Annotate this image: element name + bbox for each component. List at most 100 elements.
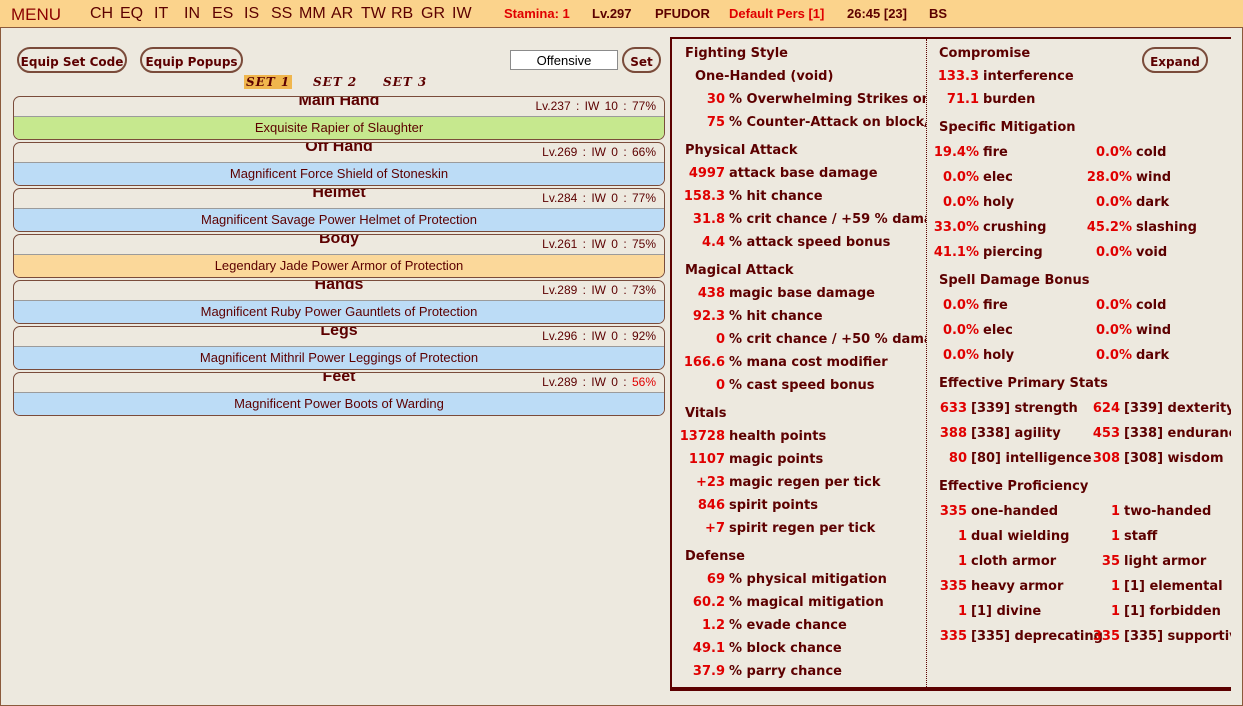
- stat-row: 1 [1] elemental: [1080, 579, 1223, 594]
- equipment-slot[interactable]: Legs Lv.296 : IW 0 : 92% Magnificent Mithr…: [13, 326, 665, 370]
- nav-ch[interactable]: CH: [90, 5, 113, 23]
- nav-tw[interactable]: TW: [361, 5, 386, 23]
- stat-value: 1.2: [701, 618, 725, 633]
- stat-row: 1 two-handed: [1080, 504, 1211, 519]
- tab-set-1[interactable]: SET 1: [244, 75, 293, 89]
- nav-ss[interactable]: SS: [271, 5, 292, 23]
- section-header: Specific Mitigation: [939, 120, 1076, 135]
- stat-value: 0: [715, 332, 725, 347]
- section-header: Spell Damage Bonus: [939, 273, 1090, 288]
- stat-row: 4.4 % attack speed bonus: [677, 235, 890, 250]
- item-name[interactable]: Magnificent Mithril Power Leggings of Pr…: [14, 346, 664, 369]
- stat-value: 60.2: [692, 595, 725, 610]
- equip-set-code-button[interactable]: Equip Set Code: [17, 47, 127, 73]
- stat-row: 846 spirit points: [677, 498, 818, 513]
- equipment-slot[interactable]: Hands Lv.289 : IW 0 : 73% Magnificent Ruby…: [13, 280, 665, 324]
- stat-row: 37.9 % parry chance: [677, 664, 842, 679]
- stat-label: fire: [983, 298, 1008, 313]
- expand-button[interactable]: Expand: [1142, 47, 1208, 73]
- stat-value: 335: [939, 504, 967, 519]
- slot-level-iw-durability: Lv.269 : IW 0 : 66%: [542, 145, 656, 159]
- nav-es[interactable]: ES: [212, 5, 233, 23]
- stat-label: % block chance: [729, 641, 842, 656]
- nav-rb[interactable]: RB: [391, 5, 413, 23]
- stat-row: 335 heavy armor: [927, 579, 1064, 594]
- tab-set-2[interactable]: SET 2: [313, 75, 357, 89]
- stat-value: 69: [706, 572, 725, 587]
- item-name[interactable]: Exquisite Rapier of Slaughter: [14, 116, 664, 139]
- stat-value: 0.0%: [1095, 145, 1132, 160]
- stat-label: [1] elemental: [1124, 579, 1223, 594]
- slot-meta: Lv.284 : IW 0 : 77%: [542, 191, 656, 205]
- stat-row: 166.6 % mana cost modifier: [677, 355, 888, 370]
- set-button[interactable]: Set: [622, 47, 661, 73]
- equipment-slot[interactable]: Main Hand Lv.237 : IW 10 : 77% Exquisite R…: [13, 96, 665, 140]
- stat-label: elec: [983, 323, 1013, 338]
- persona-selector[interactable]: Default Pers [1]: [729, 6, 824, 21]
- slot-meta: Lv.296 : IW 0 : 92%: [542, 329, 656, 343]
- nav-iw[interactable]: IW: [452, 5, 472, 23]
- stat-value: 133.3: [937, 69, 979, 84]
- nav-it[interactable]: IT: [154, 5, 168, 23]
- equipment-slot[interactable]: Helmet Lv.284 : IW 0 : 77% Magnificent Sav…: [13, 188, 665, 232]
- stat-label: % evade chance: [729, 618, 847, 633]
- equipment-slot[interactable]: Body Lv.261 : IW 0 : 75% Legendary Jade Po…: [13, 234, 665, 278]
- stat-label: magic points: [729, 452, 824, 467]
- nav-mm[interactable]: MM: [299, 5, 326, 23]
- stat-label: % physical mitigation: [729, 572, 887, 587]
- stat-row: 28.0% wind: [1080, 170, 1171, 185]
- slot-meta: Lv.237 : IW 10 : 77%: [535, 99, 656, 113]
- stat-label: two-handed: [1124, 504, 1212, 519]
- equipment-slot[interactable]: Feet Lv.289 : IW 0 : 56% Magnificent Power…: [13, 372, 665, 416]
- equipment-slot[interactable]: Off Hand Lv.269 : IW 0 : 66% Magnificent F…: [13, 142, 665, 186]
- stat-value: 41.1%: [933, 245, 979, 260]
- top-menu-bar: MENU CH EQ IT IN ES IS SS MM AR TW RB GR…: [0, 0, 1243, 28]
- stat-label: cold: [1136, 145, 1167, 160]
- item-name[interactable]: Magnificent Ruby Power Gauntlets of Prot…: [14, 300, 664, 323]
- stat-value: 308: [1092, 451, 1120, 466]
- section-header: Vitals: [685, 406, 727, 421]
- stat-value: 1: [957, 529, 967, 544]
- nav-gr[interactable]: GR: [421, 5, 445, 23]
- stat-label: [338] agility: [971, 426, 1061, 441]
- item-name[interactable]: Magnificent Power Boots of Warding: [14, 392, 664, 415]
- section-header: Effective Primary Stats: [939, 376, 1108, 391]
- item-name[interactable]: Magnificent Savage Power Helmet of Prote…: [14, 208, 664, 231]
- stat-row: 438 magic base damage: [677, 286, 875, 301]
- stat-row: 0.0% fire: [927, 298, 1008, 313]
- stat-label: dual wielding: [971, 529, 1070, 544]
- stat-value: 33.0%: [933, 220, 979, 235]
- stat-value: 0.0%: [942, 170, 979, 185]
- nav-is[interactable]: IS: [244, 5, 259, 23]
- stat-row: 4997 attack base damage: [677, 166, 878, 181]
- stat-label: % Overwhelming Strikes on hit: [729, 92, 926, 107]
- nav-in[interactable]: IN: [184, 5, 200, 23]
- stat-row: 1 staff: [1080, 529, 1157, 544]
- stat-row: 0.0% cold: [1080, 298, 1166, 313]
- equip-popups-button[interactable]: Equip Popups: [140, 47, 243, 73]
- stat-label: dark: [1136, 195, 1170, 210]
- menu-button[interactable]: MENU: [11, 5, 61, 25]
- tab-set-3[interactable]: SET 3: [383, 75, 427, 89]
- nav-eq[interactable]: EQ: [120, 5, 143, 23]
- stat-label: [1] divine: [971, 604, 1042, 619]
- stat-row: 1.2 % evade chance: [677, 618, 847, 633]
- set-name-input[interactable]: [510, 50, 618, 70]
- item-name[interactable]: Legendary Jade Power Armor of Protection: [14, 254, 664, 277]
- stat-label: crushing: [983, 220, 1047, 235]
- section-header: Defense: [685, 549, 745, 564]
- section-header: Effective Proficiency: [939, 479, 1089, 494]
- nav-ar[interactable]: AR: [331, 5, 353, 23]
- slot-meta: Lv.269 : IW 0 : 66%: [542, 145, 656, 159]
- stat-label: interference: [983, 69, 1074, 84]
- stat-row: 30 % Overwhelming Strikes on hit: [677, 92, 926, 107]
- stat-row: 1 [1] forbidden: [1080, 604, 1221, 619]
- stat-label: burden: [983, 92, 1036, 107]
- stat-label: light armor: [1124, 554, 1207, 569]
- stat-row: 0.0% dark: [1080, 348, 1169, 363]
- item-name[interactable]: Magnificent Force Shield of Stoneskin: [14, 162, 664, 185]
- stat-row: 453 [338] endurance: [1080, 426, 1231, 441]
- stat-row: 71.1 burden: [927, 92, 1035, 107]
- section-header: Fighting Style: [685, 46, 788, 61]
- stat-label: staff: [1124, 529, 1158, 544]
